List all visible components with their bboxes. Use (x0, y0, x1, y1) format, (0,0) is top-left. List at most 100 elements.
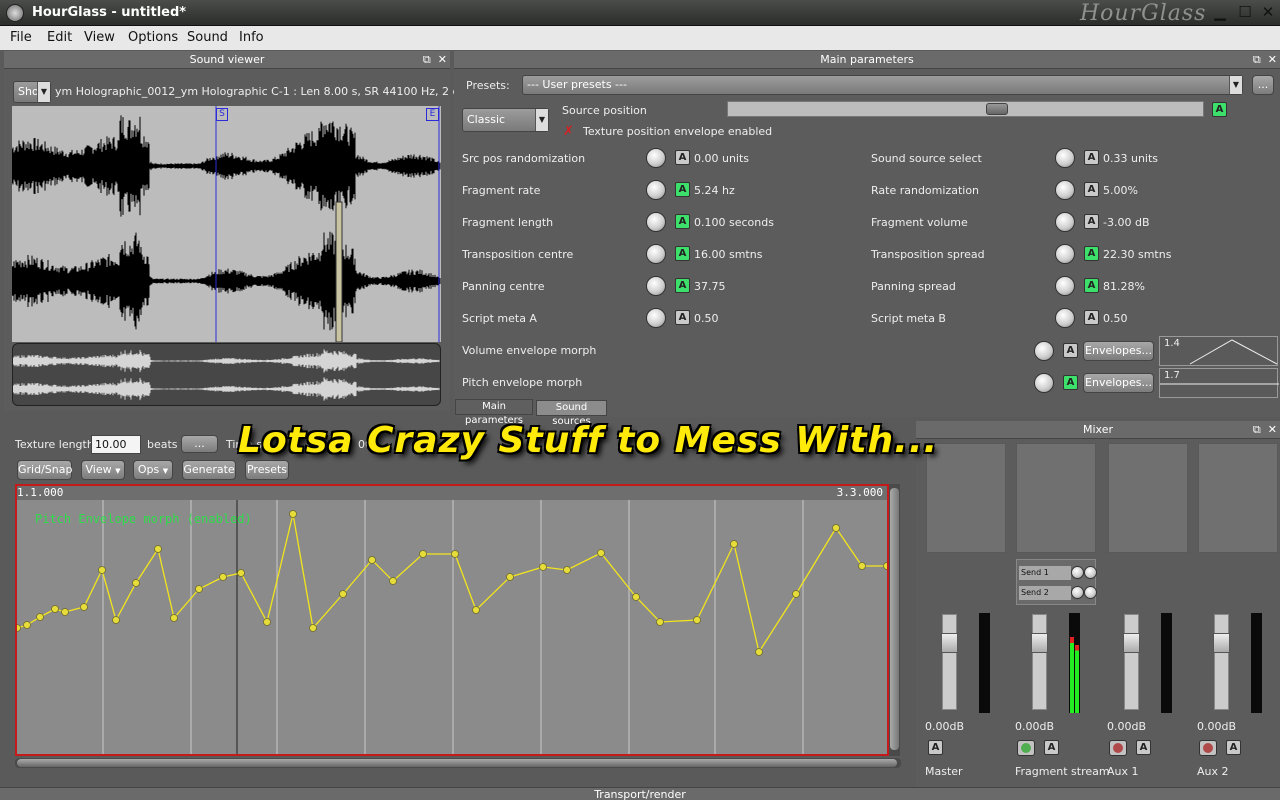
send-1-pan-knob[interactable] (1084, 566, 1097, 579)
send-2-knob[interactable] (1071, 586, 1084, 599)
sound-source-select-auto-button[interactable]: A (1084, 150, 1099, 165)
tab-sound-sources[interactable]: Sound sources (536, 400, 607, 427)
menu-options[interactable]: Options (128, 30, 178, 45)
float-icon[interactable]: ⧉ (423, 53, 431, 66)
volume-envelopes-button[interactable]: Envelopes... (1083, 341, 1154, 361)
envelope-point[interactable] (419, 550, 427, 558)
fragment-volume-auto-button[interactable]: A (1084, 214, 1099, 229)
mode-combo[interactable]: Classic ▼ (462, 108, 549, 132)
aux-1-auto-button[interactable]: A (1136, 740, 1151, 755)
envelope-point[interactable] (17, 624, 21, 632)
envelope-point[interactable] (263, 618, 271, 626)
presets-button[interactable]: Presets (245, 460, 289, 480)
fader-handle[interactable] (1123, 633, 1140, 653)
texture-length-input[interactable]: 10.00 (91, 435, 141, 454)
envelope-point[interactable] (195, 585, 203, 593)
panning-centre-auto-button[interactable]: A (675, 278, 690, 293)
source-position-thumb[interactable] (986, 103, 1008, 115)
fragment-length-auto-button[interactable]: A (675, 214, 690, 229)
envelope-point[interactable] (112, 616, 120, 624)
volume-env-knob[interactable] (1034, 341, 1054, 361)
menu-info[interactable]: Info (239, 30, 264, 45)
envelope-point[interactable] (632, 593, 640, 601)
master-fader[interactable] (941, 614, 958, 710)
ops-menu-button[interactable]: Ops ▼ (133, 460, 173, 480)
grid-snap-button[interactable]: Grid/Snap (17, 460, 72, 480)
envelope-horizontal-scrollbar[interactable] (15, 758, 901, 768)
envelope-point[interactable] (309, 624, 317, 632)
envelope-editor[interactable]: 1.1.000 3.3.000 Pitch Envelope morph (en… (15, 484, 889, 756)
envelope-point[interactable] (80, 603, 88, 611)
fragment-length-knob[interactable] (646, 212, 666, 232)
fragment-stream-mute-button[interactable] (1017, 740, 1035, 756)
fragment-volume-knob[interactable] (1055, 212, 1075, 232)
source-position-auto-button[interactable]: A (1212, 102, 1227, 117)
panel-close-icon[interactable]: ✕ (1268, 423, 1277, 436)
script-meta-a-knob[interactable] (646, 308, 666, 328)
transposition-spread-value[interactable]: 22.30 smtns (1103, 248, 1171, 261)
envelope-point[interactable] (539, 563, 547, 571)
envelope-point[interactable] (506, 573, 514, 581)
envelope-point[interactable] (755, 648, 763, 656)
envelope-point[interactable] (368, 556, 376, 564)
waveform-overview[interactable] (12, 343, 441, 406)
scrollbar-thumb[interactable] (890, 488, 899, 750)
script-meta-b-knob[interactable] (1055, 308, 1075, 328)
src-pos-randomization-value[interactable]: 0.00 units (694, 152, 749, 165)
envelope-point[interactable] (832, 524, 840, 532)
aux-2-mute-button[interactable] (1199, 740, 1217, 756)
view-menu-button[interactable]: View ▼ (81, 460, 125, 480)
tab-main-parameters[interactable]: Main parameters (455, 399, 533, 426)
menu-file[interactable]: File (10, 30, 32, 45)
envelope-point[interactable] (883, 562, 888, 570)
presets-combo[interactable]: --- User presets --- ▼ (522, 75, 1243, 95)
float-icon[interactable]: ⧉ (1253, 53, 1261, 66)
transposition-centre-knob[interactable] (646, 244, 666, 264)
generate-button[interactable]: Generate (182, 460, 236, 480)
volume-env-auto-button[interactable]: A (1063, 343, 1078, 358)
envelope-point[interactable] (389, 577, 397, 585)
master-auto-button[interactable]: A (928, 740, 943, 755)
close-button[interactable]: ✕ (1258, 4, 1278, 22)
script-meta-b-value[interactable]: 0.50 (1103, 312, 1128, 325)
fragment-rate-value[interactable]: 5.24 hz (694, 184, 735, 197)
aux-2-fader[interactable] (1213, 614, 1230, 710)
panning-spread-auto-button[interactable]: A (1084, 278, 1099, 293)
show-combo[interactable]: Sho ▼ (13, 81, 51, 103)
menu-view[interactable]: View (84, 30, 115, 45)
envelope-point[interactable] (61, 608, 69, 616)
script-meta-a-value[interactable]: 0.50 (694, 312, 719, 325)
envelope-point[interactable] (289, 510, 297, 518)
app-icon[interactable] (6, 4, 24, 22)
panning-spread-knob[interactable] (1055, 276, 1075, 296)
envelope-curve[interactable] (17, 510, 888, 656)
transposition-spread-knob[interactable] (1055, 244, 1075, 264)
envelope-point[interactable] (472, 606, 480, 614)
envelope-point[interactable] (451, 550, 459, 558)
envelope-point[interactable] (219, 573, 227, 581)
fader-handle[interactable] (941, 633, 958, 653)
rate-randomization-value[interactable]: 5.00% (1103, 184, 1138, 197)
envelope-point[interactable] (170, 614, 178, 622)
fader-handle[interactable] (1031, 633, 1048, 653)
fader-handle[interactable] (1213, 633, 1230, 653)
envelope-point[interactable] (730, 540, 738, 548)
aux-1-mute-button[interactable] (1109, 740, 1127, 756)
minimize-button[interactable]: ▁ (1210, 4, 1230, 22)
panning-centre-knob[interactable] (646, 276, 666, 296)
disabled-x-icon[interactable]: ✗ (563, 124, 574, 139)
maximize-button[interactable]: ☐ (1235, 4, 1255, 22)
aux-2-auto-button[interactable]: A (1226, 740, 1241, 755)
envelope-point[interactable] (656, 618, 664, 626)
panning-centre-value[interactable]: 37.75 (694, 280, 726, 293)
fragment-volume-value[interactable]: -3.00 dB (1103, 216, 1150, 229)
rate-randomization-knob[interactable] (1055, 180, 1075, 200)
pitch-env-preview[interactable]: 1.7 (1159, 368, 1279, 398)
presets-more-button[interactable]: ... (1252, 75, 1274, 95)
panel-close-icon[interactable]: ✕ (1268, 53, 1277, 66)
rate-randomization-auto-button[interactable]: A (1084, 182, 1099, 197)
pitch-env-knob[interactable] (1034, 373, 1054, 393)
envelope-point[interactable] (858, 562, 866, 570)
send-2-pan-knob[interactable] (1084, 586, 1097, 599)
fragment-length-value[interactable]: 0.100 seconds (694, 216, 774, 229)
